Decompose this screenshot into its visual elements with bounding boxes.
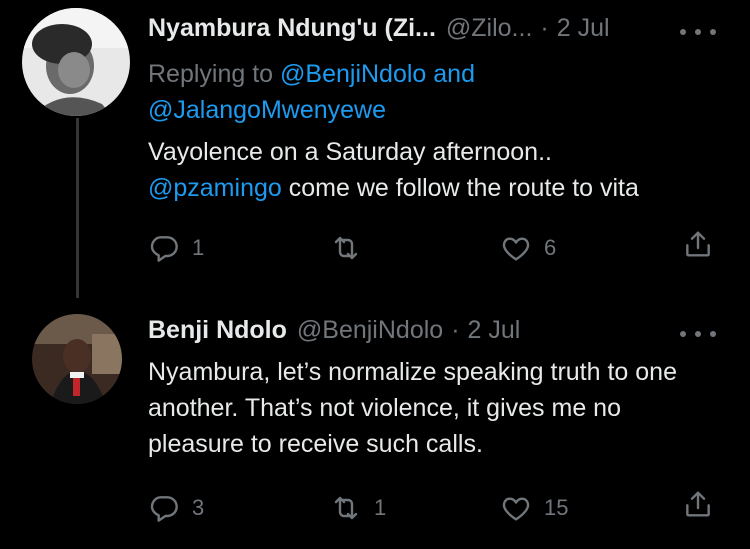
avatar-image [32, 314, 122, 404]
display-name[interactable]: Nyambura Ndung'u (Zi... [148, 14, 436, 43]
share-icon [686, 231, 710, 257]
reply-button[interactable]: 1 [148, 232, 204, 264]
reply-icon [150, 236, 178, 262]
like-count: 6 [544, 235, 557, 260]
timestamp[interactable]: 2 Jul [468, 316, 521, 345]
handle[interactable]: @Zilo... [446, 14, 533, 43]
avatar-image [22, 8, 130, 116]
tweet-text-line1: Vayolence on a Saturday afternoon.. [148, 138, 552, 166]
like-count: 15 [544, 495, 569, 520]
more-icon[interactable] [680, 328, 716, 340]
avatar[interactable] [22, 8, 130, 116]
like-button[interactable]: 15 [500, 492, 568, 524]
share-button[interactable] [682, 228, 714, 260]
action-bar: 3 1 15 [148, 488, 716, 528]
timestamp[interactable]: 2 Jul [557, 14, 610, 43]
reply-icon [150, 496, 178, 522]
mention-link[interactable]: @BenjiNdolo [280, 60, 426, 88]
display-name[interactable]: Benji Ndolo [148, 316, 287, 345]
avatar[interactable] [32, 314, 122, 404]
handle[interactable]: @BenjiNdolo [297, 316, 443, 345]
reply-count: 1 [192, 235, 205, 260]
share-button[interactable] [682, 488, 714, 520]
retweet-button[interactable]: 1 [330, 492, 386, 524]
replying-prefix: Replying to [148, 60, 274, 88]
separator-dot: · [451, 316, 460, 344]
tweet-text: Vayolence on a Saturday afternoon.. @pza… [148, 134, 718, 206]
action-bar: 1 6 [148, 228, 716, 268]
tweet-text: Nyambura, let’s normalize speaking truth… [148, 358, 677, 458]
thread-line [76, 118, 79, 298]
retweet-icon [334, 236, 358, 260]
like-button[interactable]: 6 [500, 232, 556, 264]
more-icon[interactable] [680, 26, 716, 38]
retweet-icon [334, 496, 358, 520]
reply-button[interactable]: 3 [148, 492, 204, 524]
mention-link[interactable]: @pzamingo [148, 174, 282, 202]
retweet-count: 1 [374, 495, 387, 520]
like-icon [502, 497, 530, 521]
retweet-button[interactable] [330, 232, 374, 264]
like-icon [502, 237, 530, 261]
tweet-text-line2: come we follow the route to vita [288, 174, 639, 202]
tweet-header: Benji Ndolo @BenjiNdolo · 2 Jul [148, 316, 520, 345]
replying-to: Replying to @BenjiNdolo and @JalangoMwen… [148, 56, 708, 128]
separator-dot: · [540, 14, 549, 42]
tweet-nyambura[interactable]: Nyambura Ndung'u (Zi... @Zilo... · 2 Jul… [0, 0, 750, 300]
mention-link[interactable]: @JalangoMwenyewe [148, 96, 386, 124]
reply-count: 3 [192, 495, 205, 520]
share-icon [686, 491, 710, 517]
replying-and: and [433, 60, 475, 88]
tweet-header: Nyambura Ndung'u (Zi... @Zilo... · 2 Jul [148, 14, 610, 43]
tweet-benji[interactable]: Benji Ndolo @BenjiNdolo · 2 Jul Nyambura… [0, 300, 750, 549]
